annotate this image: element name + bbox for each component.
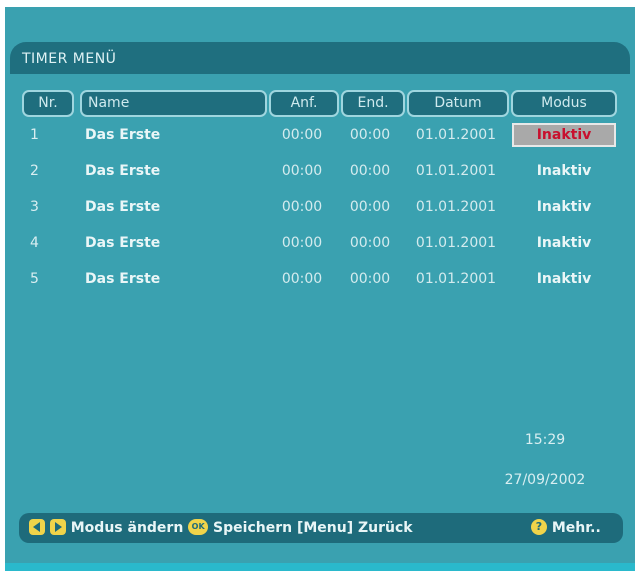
timer-nr: 1 [30,127,39,143]
timer-nr: 4 [30,235,39,251]
header-modus: Modus [511,90,617,117]
timer-end-time: 00:00 [349,163,391,179]
header-end: End. [341,90,405,117]
ok-key-icon: OK [188,518,209,535]
left-arrow-key-icon [29,518,45,535]
back-label: [Menu] Zurück [296,520,413,536]
header-datum: Datum [407,90,509,117]
timer-start-time: 00:00 [281,199,323,215]
timer-channel-name: Das Erste [85,199,161,215]
timer-mode[interactable]: Inaktiv [512,267,616,291]
table-row[interactable]: 1 Das Erste 00:00 00:00 01.01.2001 Inaktiv [5,123,635,147]
timer-end-time: 00:00 [349,235,391,251]
save-label: Speichern [213,520,293,536]
change-mode-label: Modus ändern [70,520,184,536]
timer-date: 01.01.2001 [415,127,497,143]
timer-mode[interactable]: Inaktiv [512,231,616,255]
timer-date: 01.01.2001 [415,271,497,287]
column-headers: Nr. Name Anf. End. Datum Modus [5,90,635,118]
timer-mode[interactable]: Inaktiv [512,159,616,183]
help-bar: Modus ändern OK Speichern [Menu] Zurück … [19,513,623,543]
help-key-icon: ? [531,518,547,535]
timer-end-time: 00:00 [349,127,391,143]
header-anf: Anf. [269,90,339,117]
timer-channel-name: Das Erste [85,271,161,287]
timer-nr: 5 [30,271,39,287]
timer-mode[interactable]: Inaktiv [512,123,616,147]
timer-start-time: 00:00 [281,235,323,251]
more-label: Mehr.. [551,520,601,536]
timer-nr: 2 [30,163,39,179]
table-row[interactable]: 3 Das Erste 00:00 00:00 01.01.2001 Inaktiv [5,195,635,219]
timer-start-time: 00:00 [281,271,323,287]
timer-date: 01.01.2001 [415,235,497,251]
timer-mode[interactable]: Inaktiv [512,195,616,219]
header-name: Name [80,90,267,117]
clock-date: 27/09/2002 [504,472,586,488]
help-bar-right: ? Mehr.. [531,513,601,543]
timer-channel-name: Das Erste [85,127,161,143]
page-title: TIMER MENÜ [10,42,630,74]
clock-time: 15:29 [524,432,566,448]
table-row[interactable]: 5 Das Erste 00:00 00:00 01.01.2001 Inaktiv [5,267,635,291]
help-bar-left: Modus ändern OK Speichern [Menu] Zurück [29,513,413,543]
table-row[interactable]: 4 Das Erste 00:00 00:00 01.01.2001 Inaktiv [5,231,635,255]
header-nr: Nr. [22,90,74,117]
timer-date: 01.01.2001 [415,163,497,179]
timer-channel-name: Das Erste [85,235,161,251]
table-row[interactable]: 2 Das Erste 00:00 00:00 01.01.2001 Inaktiv [5,159,635,183]
timer-end-time: 00:00 [349,271,391,287]
bottom-strip [5,563,635,571]
timer-date: 01.01.2001 [415,199,497,215]
right-arrow-key-icon [49,518,66,535]
timer-end-time: 00:00 [349,199,391,215]
timer-start-time: 00:00 [281,127,323,143]
timer-channel-name: Das Erste [85,163,161,179]
timer-start-time: 00:00 [281,163,323,179]
timer-nr: 3 [30,199,39,215]
timer-menu-screen: TIMER MENÜ Nr. Name Anf. End. Datum Modu… [5,7,635,571]
